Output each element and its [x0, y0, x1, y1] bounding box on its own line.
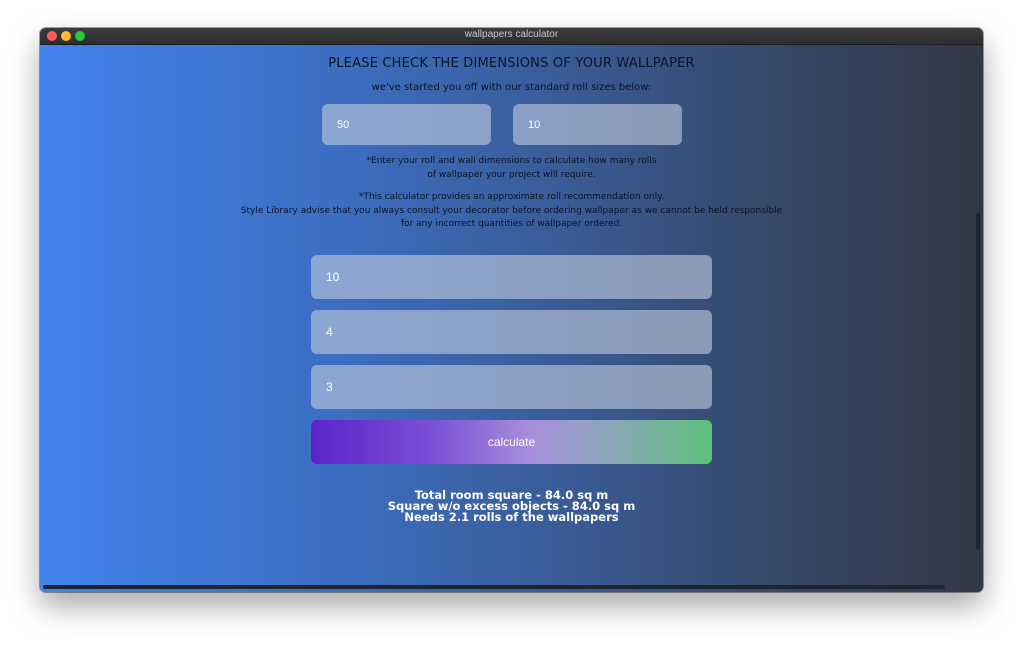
page-title: PLEASE CHECK THE DIMENSIONS OF YOUR WALL… [328, 56, 695, 71]
disclaimer-note: *This calculator provides an approximate… [40, 191, 983, 232]
wall-length-input[interactable] [311, 255, 712, 299]
horizontal-scrollbar[interactable] [43, 585, 945, 589]
app-window: wallpapers calculator PLEASE CHECK THE D… [40, 28, 983, 592]
window-title: wallpapers calculator [464, 29, 559, 40]
calculate-button[interactable]: calculate [311, 420, 712, 464]
disclaimer-line: Style Library advise that you always con… [240, 205, 783, 216]
vertical-scrollbar[interactable] [976, 213, 980, 550]
roll-length-input[interactable] [513, 104, 682, 145]
disclaimer-line: for any incorrect quantities of wallpape… [400, 219, 623, 229]
rolls-needed: Needs 2.1 rolls of the wallpapers [404, 510, 619, 524]
instructions-line: *Enter your roll and wall dimensions to … [366, 156, 657, 166]
instructions-line: of wallpaper your project will require. [427, 169, 596, 180]
page-subtitle: we've started you off with our standard … [371, 82, 652, 93]
instructions-note: *Enter your roll and wall dimensions to … [40, 155, 983, 182]
calculator-panel: PLEASE CHECK THE DIMENSIONS OF YOUR WALL… [40, 45, 983, 592]
disclaimer-line: *This calculator provides an approximate… [358, 192, 665, 202]
wall-height-input[interactable] [311, 365, 712, 409]
results-summary: Total room square - 84.0 sq m Square w/o… [40, 489, 983, 524]
roll-width-input[interactable] [322, 104, 491, 145]
title-bar: wallpapers calculator [40, 28, 983, 45]
wall-width-input[interactable] [311, 310, 712, 354]
